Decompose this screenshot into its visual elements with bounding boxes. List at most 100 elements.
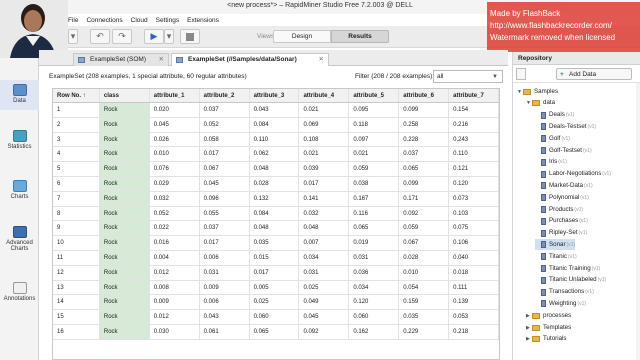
column-header[interactable]: Row No. ↑ [53,89,100,102]
sidebar-item-statistics[interactable]: Statistics [0,128,39,156]
repository-item-sonar[interactable]: Sonar (v1) [535,239,576,251]
repository-item-ripley-set[interactable]: Ripley-Set (v1) [535,228,587,239]
column-header[interactable]: attribute_5 [349,89,400,102]
menu-file[interactable]: File [68,17,78,24]
repository-item-tutorials[interactable]: ▶ Tutorials [526,334,567,345]
attribute-cell: 0.017 [200,236,250,250]
version-tag: (v1) [597,277,607,284]
table-row[interactable]: 6 Rock 0.029 0.045 0.028 0.017 0.038 0.099 0.120 [53,176,499,192]
data-table[interactable]: Row No. ↑ class attribute_1 attribute_2 attr… [52,88,500,360]
row-number-cell: 10 [53,236,100,250]
table-row[interactable]: 2 Rock 0.045 0.052 0.084 0.069 0.118 0.258 0.216 [53,117,499,133]
repository-item-polynomial[interactable]: Polynomial (v1) [535,192,589,203]
run-process-icon[interactable]: ▶ [144,29,164,44]
table-row[interactable]: 3 Rock 0.026 0.058 0.110 0.108 0.097 0.228 0.243 [53,132,499,148]
repository-item-market-data[interactable]: Market-Data (v1) [535,180,593,191]
table-row[interactable]: 13 Rock 0.008 0.009 0.005 0.025 0.034 0.054 0.11… [53,280,499,296]
column-header[interactable]: attribute_4 [299,89,350,102]
repository-item-purchases[interactable]: Purchases (v1) [535,216,588,227]
close-icon[interactable]: ✕ [159,54,164,66]
column-header[interactable]: attribute_6 [399,89,450,102]
attribute-cell: 0.030 [150,324,200,339]
row-number-cell: 7 [53,191,100,206]
redo-icon[interactable]: ↷ [112,29,132,44]
column-header[interactable]: attribute_2 [200,89,250,102]
table-row[interactable]: 12 Rock 0.012 0.031 0.017 0.031 0.036 0.010 0.01… [53,265,499,281]
data-entry-icon [541,206,546,213]
add-data-button[interactable]: + Add Data [556,68,632,80]
table-row[interactable]: 15 Rock 0.012 0.043 0.060 0.045 0.060 0.035 0.05… [53,310,499,325]
repository-item-templates[interactable]: ▶ Templates [526,322,571,333]
menu-extensions[interactable]: Extensions [187,17,219,24]
sidebar-item-annotations[interactable]: Annotations [0,280,39,308]
sidebar-item-advanced-charts[interactable]: Advanced Charts [0,224,39,260]
menu-settings[interactable]: Settings [156,17,180,24]
design-view-button[interactable]: Design [273,30,331,43]
filter-select[interactable]: all ▼ [433,70,503,83]
repository-item-transactions[interactable]: Transactions (v1) [535,287,594,298]
repository-item-label: Titanic Training [549,264,591,272]
table-row[interactable]: 10 Rock 0.016 0.017 0.035 0.007 0.019 0.067 0.10… [53,236,499,251]
repository-scrollbar[interactable] [636,83,640,360]
sidebar-item-charts[interactable]: Charts [0,178,39,206]
repository-item-golf[interactable]: Golf (v1) [535,133,570,144]
repository-item-samples[interactable]: ▼ Samples [517,86,558,97]
attribute-cell: 0.154 [449,103,499,117]
attribute-cell: 0.052 [200,117,250,132]
repository-item-products[interactable]: Products (v1) [535,204,583,215]
repository-item-deals[interactable]: Deals (v1) [535,110,574,121]
attribute-cell: 0.032 [150,191,200,206]
column-header[interactable]: attribute_7 [449,89,499,102]
row-number-cell: 11 [53,250,100,265]
repository-item-titanic[interactable]: Titanic (v1) [535,251,577,262]
results-view-button[interactable]: Results [331,30,389,43]
menu-cloud[interactable]: Cloud [131,17,148,24]
column-header[interactable]: attribute_3 [250,89,300,102]
close-icon[interactable]: ✕ [319,54,324,66]
repository-item-processes[interactable]: ▶ processes [526,310,571,321]
repository-item-iris[interactable]: Iris (v1) [535,157,567,168]
tab-exampleset-sonar[interactable]: ExampleSet (//Samples/data/Sonar) ✕ [171,53,329,66]
table-row[interactable]: 4 Rock 0.010 0.017 0.062 0.021 0.021 0.037 0.110 [53,147,499,163]
table-row[interactable]: 1 Rock 0.020 0.037 0.043 0.021 0.095 0.099 0.154 [53,103,499,118]
table-icon [78,57,85,63]
run-options-icon[interactable]: ▾ [164,29,174,44]
row-number-cell: 8 [53,206,100,221]
repository-item-titanic-training[interactable]: Titanic Training (v1) [535,263,600,274]
table-row[interactable]: 8 Rock 0.052 0.055 0.084 0.032 0.116 0.092 0.103 [53,206,499,222]
menu-connections[interactable]: Connections [86,17,122,24]
dropdown-arrow-icon[interactable]: ▾ [68,29,78,44]
attribute-cell: 0.028 [250,176,300,191]
table-row[interactable]: 7 Rock 0.032 0.096 0.132 0.141 0.167 0.171 0.073 [53,191,499,207]
repository-item-golf-testset[interactable]: Golf-Testset (v1) [535,145,592,156]
undo-icon[interactable]: ↶ [90,29,110,44]
table-body: 1 Rock 0.020 0.037 0.043 0.021 0.095 0.099 0.154… [53,103,499,340]
attribute-cell: 0.243 [449,132,499,147]
version-tag: (v1) [565,112,575,119]
table-row[interactable]: 5 Rock 0.076 0.067 0.048 0.039 0.059 0.065 0.121 [53,162,499,177]
sidebar-item-data[interactable]: Data [0,80,39,110]
class-cell: Rock [99,250,150,265]
attribute-cell: 0.120 [349,295,400,310]
table-row[interactable]: 16 Rock 0.030 0.061 0.065 0.092 0.162 0.229 0.21… [53,324,499,340]
column-header[interactable]: attribute_1 [150,89,200,102]
version-tag: (v1) [558,159,567,166]
repository-menu-icon[interactable] [516,68,526,80]
repository-item-deals-testset[interactable]: Deals-Testset (v1) [535,121,596,132]
table-row[interactable]: 11 Rock 0.004 0.006 0.015 0.034 0.031 0.028 0.04… [53,250,499,266]
table-row[interactable]: 9 Rock 0.022 0.037 0.048 0.048 0.065 0.059 0.075 [53,221,499,237]
attribute-cell: 0.084 [250,206,300,221]
attribute-cell: 0.031 [299,265,350,280]
class-cell: Rock [99,176,150,191]
repository-item-titanic-unlabeled[interactable]: Titanic Unlabeled (v1) [535,275,606,286]
repository-item-data[interactable]: ▼ data [526,98,555,109]
sidebar-label-statistics: Statistics [7,144,32,150]
repository-item-labor-negotiations[interactable]: Labor-Negotiations (v1) [535,169,611,180]
repository-item-weighting[interactable]: Weighting (v1) [535,298,586,309]
table-row[interactable]: 14 Rock 0.009 0.006 0.025 0.049 0.120 0.159 0.13… [53,295,499,311]
column-header[interactable]: class [100,89,150,102]
attribute-cell: 0.021 [349,147,400,162]
attribute-cell: 0.055 [200,206,250,221]
tab-exampleset-som[interactable]: ExampleSet (SOM) ✕ [73,53,169,66]
stop-process-icon[interactable] [180,29,200,44]
